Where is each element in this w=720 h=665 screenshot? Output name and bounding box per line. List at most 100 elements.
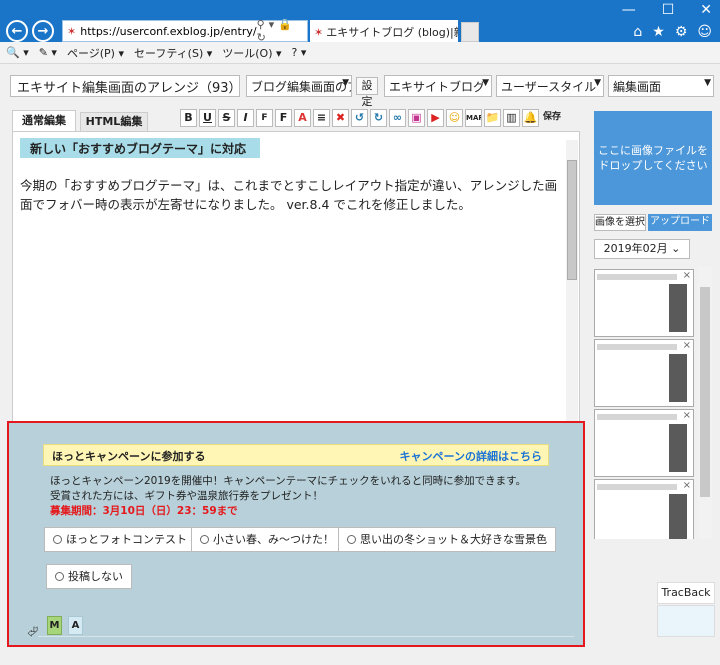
- tab-normal-edit[interactable]: 通常編集: [12, 110, 76, 132]
- chevron-down-icon: ▼: [594, 78, 601, 88]
- campaign-option-no-entry[interactable]: 投稿しない: [46, 564, 132, 589]
- tab-html-edit[interactable]: HTML編集: [80, 112, 148, 132]
- radio-icon: [200, 535, 209, 544]
- italic-button[interactable]: I: [237, 109, 254, 127]
- trackback-button[interactable]: TracBack: [657, 582, 715, 604]
- help-menu[interactable]: ? ▾: [292, 46, 307, 59]
- campaign-desc-line1: ほっとキャンペーン2019を開催中！キャンペーンテーマにチェックをいれると同時に…: [50, 475, 527, 487]
- back-button[interactable]: ←: [6, 20, 28, 42]
- category-select[interactable]: ブログ編集画面のア ▼: [246, 75, 352, 97]
- category-select-value: ブログ編集画面のア: [251, 80, 352, 94]
- campaign-header: ほっとキャンペーンに参加する キャンペーンの詳細はこちら: [43, 444, 549, 466]
- upload-button[interactable]: アップロード: [648, 214, 712, 231]
- template-button[interactable]: ▥: [503, 109, 520, 127]
- tools-menu[interactable]: ツール(O) ▾: [222, 45, 281, 61]
- align-center-button[interactable]: ≡: [313, 109, 330, 127]
- favorites-icon[interactable]: ★: [652, 24, 665, 40]
- editor-scroll-thumb[interactable]: [567, 160, 577, 280]
- settings-button[interactable]: 設定: [356, 77, 378, 108]
- home-icon[interactable]: ⌂: [633, 24, 642, 40]
- campaign-desc-line2: 受賞された方には、ギフト券や温泉旅行券をプレゼント！: [50, 490, 323, 502]
- screen-select-value: 編集画面: [613, 80, 662, 94]
- browser-right-icons: ⌂ ★ ⚙ ☺: [633, 24, 712, 40]
- minimize-icon[interactable]: —: [622, 2, 636, 18]
- map-button[interactable]: MAP: [465, 109, 482, 127]
- thumbnail-scrollbar[interactable]: [698, 267, 712, 539]
- redo-button[interactable]: ↻: [370, 109, 387, 127]
- close-icon[interactable]: ×: [683, 270, 691, 281]
- trackback-image: [657, 605, 715, 637]
- instagram-button[interactable]: ▣: [408, 109, 425, 127]
- notify-button[interactable]: 🔔: [522, 109, 539, 127]
- folder-button[interactable]: 📁: [484, 109, 501, 127]
- image-thumbnail[interactable]: ×: [594, 479, 694, 539]
- screen-select[interactable]: 編集画面 ▼: [608, 75, 714, 97]
- safety-menu[interactable]: セーフティ(S) ▾: [134, 45, 212, 61]
- campaign-option-small-spring[interactable]: 小さい春、み〜つけた！: [191, 527, 343, 552]
- strike-button[interactable]: S: [218, 109, 235, 127]
- content-heading: 新しい「おすすめブログテーマ」に対応: [20, 138, 260, 158]
- close-icon[interactable]: ×: [683, 410, 691, 421]
- save-button[interactable]: 保存: [541, 109, 563, 127]
- close-window-icon[interactable]: ✕: [700, 2, 712, 18]
- page-menu[interactable]: ページ(P) ▾: [67, 45, 124, 61]
- option-label: 思い出の冬ショット＆大好きな雪景色: [360, 533, 547, 546]
- option-label: ほっとフォトコンテスト: [66, 533, 187, 546]
- blog-select[interactable]: エキサイトブログ ▼: [384, 75, 492, 97]
- smiley-icon[interactable]: ☺: [697, 24, 712, 40]
- radio-icon: [53, 535, 62, 544]
- mouse-pointer-icon: ⮰: [27, 624, 39, 640]
- image-thumbnail[interactable]: ×: [594, 339, 694, 407]
- youtube-button[interactable]: ▶: [427, 109, 444, 127]
- link-button[interactable]: ∞: [389, 109, 406, 127]
- browser-tab[interactable]: ✶ エキサイトブログ (blog)|新規投... ×: [310, 20, 458, 44]
- undo-button[interactable]: ↺: [351, 109, 368, 127]
- window-controls: — ☐ ✕: [622, 2, 712, 18]
- campaign-details-link[interactable]: キャンペーンの詳細はこちら: [400, 448, 542, 464]
- chevron-down-icon: ▼: [482, 78, 489, 88]
- divider: [38, 636, 574, 637]
- gear-icon[interactable]: ⚙: [675, 24, 688, 40]
- font-color-button[interactable]: A: [294, 109, 311, 127]
- campaign-option-winter-shot[interactable]: 思い出の冬ショット＆大好きな雪景色: [338, 527, 556, 552]
- maximize-icon[interactable]: ☐: [662, 2, 675, 18]
- radio-icon: [347, 535, 356, 544]
- close-icon[interactable]: ×: [683, 340, 691, 351]
- emoji-button[interactable]: ☺: [446, 109, 463, 127]
- post-title-input[interactable]: エキサイト編集画面のアレンジ（93）: [10, 75, 240, 97]
- font-small-button[interactable]: F: [256, 109, 273, 127]
- bold-button[interactable]: B: [180, 109, 197, 127]
- forward-button[interactable]: →: [32, 20, 54, 42]
- m-button[interactable]: M: [47, 616, 62, 635]
- url-text: https://userconf.exblog.jp/entry/: [80, 24, 257, 38]
- address-bar[interactable]: ✶ https://userconf.exblog.jp/entry/ ⚲▾🔒↻: [62, 18, 308, 44]
- underline-button[interactable]: U: [199, 109, 216, 127]
- campaign-option-photo-contest[interactable]: ほっとフォトコンテスト: [44, 527, 196, 552]
- editor-scrollbar[interactable]: [566, 140, 578, 422]
- user-style-select[interactable]: ユーザースタイル ▼: [496, 75, 604, 97]
- font-large-button[interactable]: F: [275, 109, 292, 127]
- command-bar: 🔍 ▾ ✎ ▾ ページ(P) ▾ セーフティ(S) ▾ ツール(O) ▾ ? ▾: [0, 42, 720, 64]
- search-lock-refresh-icons[interactable]: ⚲▾🔒↻: [257, 18, 307, 44]
- month-select[interactable]: 2019年02月 ⌄: [594, 239, 690, 259]
- image-thumbnail[interactable]: ×: [594, 409, 694, 477]
- chevron-down-icon: ▼: [342, 78, 349, 88]
- edit-menu[interactable]: ✎ ▾: [39, 46, 57, 59]
- thumbnail-scroll-thumb[interactable]: [700, 287, 710, 497]
- chevron-down-icon: ▼: [704, 78, 711, 88]
- format-toolbar: B U S I F F A ≡ ✖ ↺ ↻ ∞ ▣ ▶ ☺ MAP 📁 ▥ 🔔 …: [180, 109, 563, 127]
- zoom-menu[interactable]: 🔍 ▾: [6, 46, 29, 59]
- option-label: 投稿しない: [68, 570, 123, 583]
- site-favicon-icon: ✶: [67, 24, 77, 38]
- pick-image-button[interactable]: 画像を選択: [594, 214, 646, 231]
- clear-format-button[interactable]: ✖: [332, 109, 349, 127]
- drop-line2: ドロップしてください: [598, 159, 708, 172]
- campaign-title: ほっとキャンペーンに参加する: [52, 450, 206, 463]
- a-button[interactable]: A: [68, 616, 83, 635]
- new-tab-button[interactable]: [461, 22, 479, 42]
- image-drop-zone[interactable]: ここに画像ファイルを ドロップしてください: [594, 111, 712, 205]
- close-icon[interactable]: ×: [683, 480, 691, 491]
- campaign-description: ほっとキャンペーン2019を開催中！キャンペーンテーマにチェックをいれると同時に…: [50, 474, 550, 519]
- image-thumbnail[interactable]: ×: [594, 269, 694, 337]
- image-thumbnails: × × × ×: [594, 267, 696, 539]
